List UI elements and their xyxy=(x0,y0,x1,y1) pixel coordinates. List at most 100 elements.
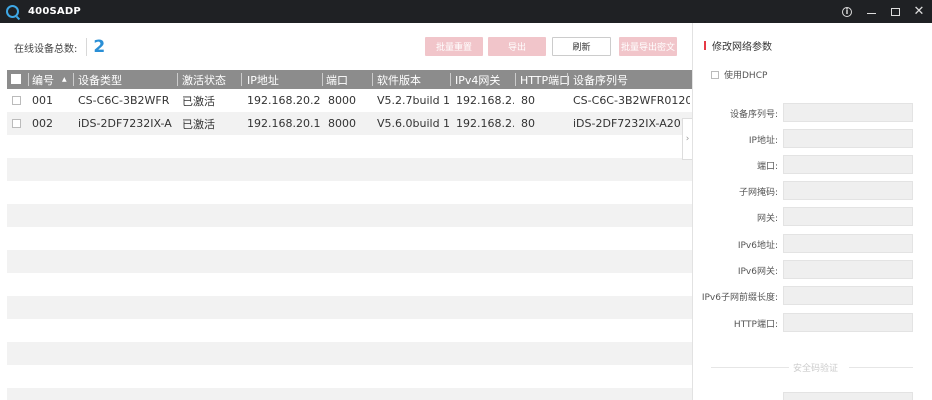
ipv6-gateway-field[interactable] xyxy=(783,260,913,279)
empty-row xyxy=(7,227,692,250)
ipv6-prefix-label: IPv6子网前缀长度: xyxy=(701,293,778,303)
http-port-label: HTTP端口: xyxy=(733,320,778,330)
column-header-http-port[interactable]: HTTP端口 xyxy=(520,70,570,89)
close-icon: ✕ xyxy=(913,4,925,19)
column-header-serial[interactable]: 设备序列号 xyxy=(573,70,688,89)
http-port-field[interactable] xyxy=(783,313,913,332)
cell-http-port: 80 xyxy=(521,117,535,130)
cell-version: V5.6.0build 1... xyxy=(377,117,449,130)
cell-version: V5.2.7build 1... xyxy=(377,94,449,107)
network-params-panel: 修改网络参数 使用DHCP 设备序列号: IP地址: 端口: 子网掩码: 网关:… xyxy=(692,23,932,400)
window-title: 400SADP xyxy=(28,6,81,17)
sort-asc-icon: ▲ xyxy=(62,76,67,83)
port-field[interactable] xyxy=(783,155,913,174)
panel-title-text: 修改网络参数 xyxy=(712,42,772,53)
empty-row xyxy=(7,342,692,365)
column-header-label: 编号 xyxy=(32,73,54,87)
minimize-icon xyxy=(866,13,876,14)
column-divider xyxy=(322,73,323,86)
row-checkbox[interactable] xyxy=(12,96,21,105)
secure-code-label: 安全码验证 xyxy=(793,364,839,374)
column-header-port[interactable]: 端口 xyxy=(326,70,370,89)
table-row[interactable]: 002 iDS-2DF7232IX-A 已激活 192.168.20.1... … xyxy=(7,112,692,135)
batch-reset-button[interactable]: 批量重置 xyxy=(425,37,483,56)
secure-code-field[interactable] xyxy=(783,392,913,400)
dhcp-checkbox-box[interactable] xyxy=(711,70,719,79)
cell-serial: iDS-2DF7232IX-A201904 xyxy=(573,117,690,130)
online-summary: 在线设备总数: 2 xyxy=(14,37,105,57)
row-checkbox[interactable] xyxy=(12,119,21,128)
mask-field[interactable] xyxy=(783,181,913,200)
gateway-field[interactable] xyxy=(783,207,913,226)
empty-row xyxy=(7,273,692,296)
cell-status: 已激活 xyxy=(182,117,215,131)
port-label: 端口: xyxy=(756,162,778,172)
ip-field[interactable] xyxy=(783,129,913,148)
serial-label: 设备序列号: xyxy=(729,110,778,120)
empty-row xyxy=(7,365,692,388)
title-bar: 400SADP i ✕ xyxy=(0,0,932,23)
collapse-panel-toggle[interactable]: › xyxy=(682,118,692,160)
app-logo-icon xyxy=(6,5,19,18)
window-controls: i ✕ xyxy=(836,0,932,23)
cell-gateway: 192.168.2... xyxy=(456,117,514,130)
divider-line xyxy=(711,367,789,368)
cell-http-port: 80 xyxy=(521,94,535,107)
table-header: 编号 ▲ 设备类型 激活状态 IP地址 端口 软件版本 IPv4网关 HTTP端… xyxy=(7,70,692,89)
close-button[interactable]: ✕ xyxy=(908,0,930,23)
maximize-icon xyxy=(890,7,900,16)
column-header-id[interactable]: 编号 ▲ xyxy=(32,70,76,89)
info-button[interactable]: i xyxy=(836,0,858,23)
ipv6-gateway-label: IPv6网关: xyxy=(737,267,778,277)
select-all-checkbox[interactable] xyxy=(11,74,21,84)
column-header-ip[interactable]: IP地址 xyxy=(247,70,321,89)
gateway-label: 网关: xyxy=(756,214,778,224)
batch-export-cert-button[interactable]: 批量导出密文 xyxy=(619,37,677,56)
ipv6-prefix-field[interactable] xyxy=(783,286,913,305)
column-divider xyxy=(450,73,451,86)
cell-port: 8000 xyxy=(328,94,356,107)
divider-line xyxy=(849,367,913,368)
online-count-label: 在线设备总数: xyxy=(14,43,78,55)
minimize-button[interactable] xyxy=(860,0,882,23)
empty-row xyxy=(7,181,692,204)
column-divider xyxy=(515,73,516,86)
divider xyxy=(86,38,88,56)
column-header-gateway[interactable]: IPv4网关 xyxy=(455,70,513,89)
column-header-version[interactable]: 软件版本 xyxy=(377,70,449,89)
empty-row xyxy=(7,319,692,342)
empty-row xyxy=(7,296,692,319)
column-header-type[interactable]: 设备类型 xyxy=(78,70,176,89)
panel-title: 修改网络参数 xyxy=(704,38,772,53)
cell-port: 8000 xyxy=(328,117,356,130)
cell-id: 002 xyxy=(32,117,53,130)
serial-field[interactable] xyxy=(783,103,913,122)
maximize-button[interactable] xyxy=(884,0,906,23)
empty-row xyxy=(7,388,692,400)
online-count-value: 2 xyxy=(93,37,106,57)
empty-row xyxy=(7,204,692,227)
dhcp-checkbox[interactable]: 使用DHCP xyxy=(711,68,767,81)
export-button[interactable]: 导出 xyxy=(488,37,546,56)
cell-gateway: 192.168.2... xyxy=(456,94,514,107)
cell-id: 001 xyxy=(32,94,53,107)
empty-row xyxy=(7,135,692,158)
info-icon: i xyxy=(842,6,852,17)
mask-label: 子网掩码: xyxy=(738,188,778,198)
ipv6-field[interactable] xyxy=(783,234,913,253)
empty-row xyxy=(7,250,692,273)
cell-type: iDS-2DF7232IX-A xyxy=(78,117,172,130)
cell-status: 已激活 xyxy=(182,94,215,108)
ipv6-label: IPv6地址: xyxy=(737,241,778,251)
cell-serial: CS-C6C-3B2WFR0120181 xyxy=(573,94,690,107)
cell-type: CS-C6C-3B2WFR xyxy=(78,94,170,107)
column-divider xyxy=(177,73,178,86)
table-row[interactable]: 001 CS-C6C-3B2WFR 已激活 192.168.20.2... 80… xyxy=(7,89,692,112)
title-accent-mark xyxy=(704,41,706,50)
refresh-button[interactable]: 刷新 xyxy=(552,37,611,56)
column-divider xyxy=(73,73,74,86)
column-divider xyxy=(241,73,242,86)
dhcp-label: 使用DHCP xyxy=(724,71,768,81)
column-header-status[interactable]: 激活状态 xyxy=(182,70,240,89)
ip-label: IP地址: xyxy=(748,136,778,146)
